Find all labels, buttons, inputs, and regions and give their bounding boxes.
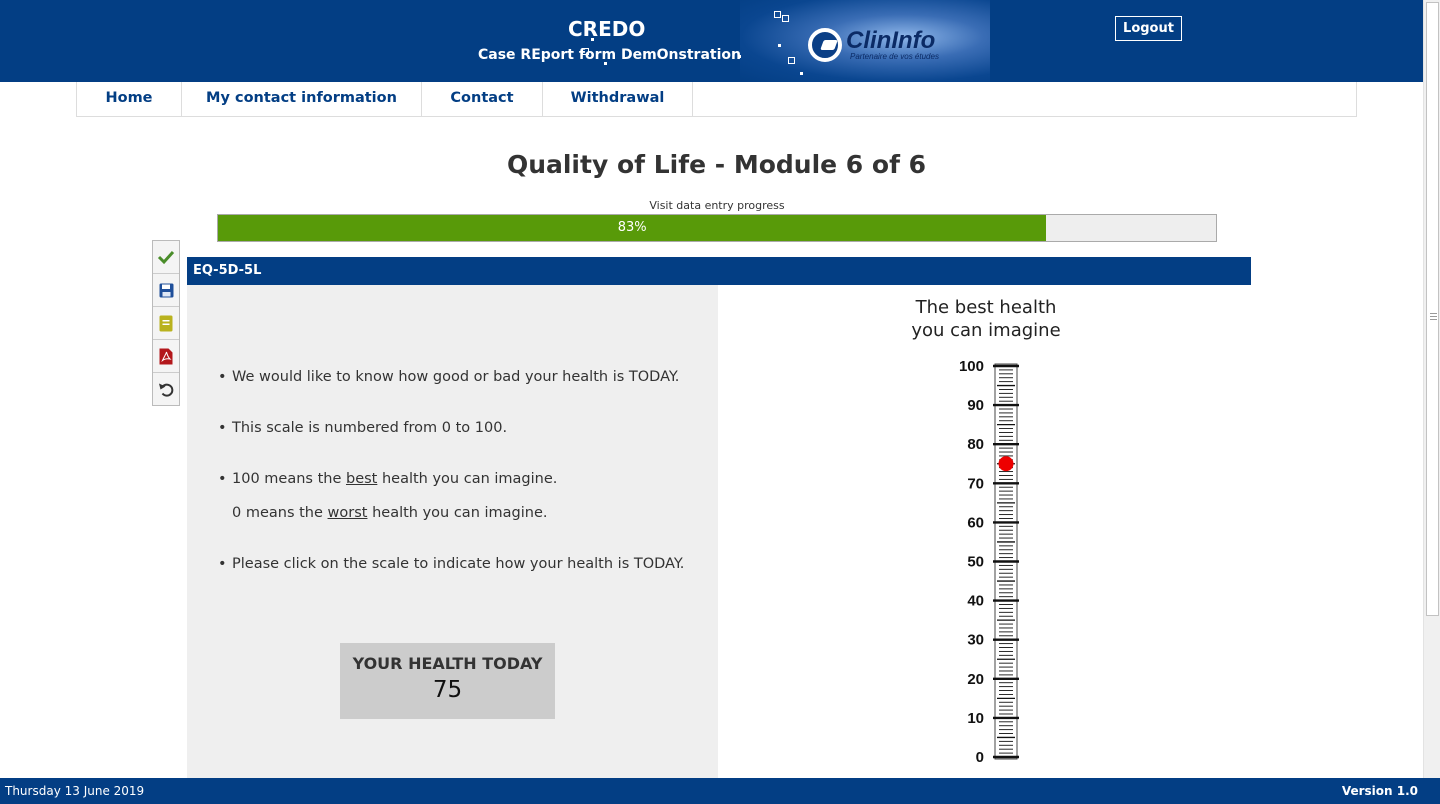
scale-label: 50	[967, 554, 984, 571]
nav-home[interactable]: Home	[77, 82, 182, 116]
header-decoration	[778, 44, 781, 47]
scale-label: 80	[967, 436, 984, 453]
header-decoration	[800, 72, 803, 75]
header-decoration	[782, 15, 789, 22]
health-scale[interactable]: 1009080706050403020100	[940, 355, 1040, 770]
progress-label: Visit data entry progress	[649, 199, 785, 212]
instruction-emphasis: best	[345, 471, 378, 487]
instruction-item: • We would like to know how good or bad y…	[218, 369, 679, 385]
bullet: •	[218, 471, 227, 487]
pdf-icon	[159, 348, 173, 364]
clininfo-logo: ClinInfo Partenaire de vos études	[808, 27, 939, 63]
pdf-export-button[interactable]	[153, 340, 179, 373]
scale-title: The best health you can imagine	[886, 296, 1086, 342]
app-header: CREDO Case REport form DemOnstration Cli…	[0, 0, 1423, 82]
health-today-value: 75	[432, 677, 463, 703]
scale-label: 40	[967, 593, 984, 610]
scale-label: 30	[967, 632, 984, 649]
instruction-text: Please click on the scale to indicate ho…	[232, 556, 685, 572]
progress-bar: 83%	[217, 214, 1217, 242]
scale-label: 10	[967, 710, 984, 727]
save-button[interactable]	[153, 274, 179, 307]
footer-date: Thursday 13 June 2019	[5, 784, 145, 798]
logo-tagline: Partenaire de vos études	[850, 52, 939, 61]
logout-button[interactable]: Logout	[1115, 16, 1182, 41]
health-today-label: YOUR HEALTH TODAY	[352, 654, 543, 673]
bullet: •	[218, 556, 227, 572]
notes-icon	[159, 315, 173, 331]
scale-label: 0	[976, 749, 984, 766]
scale-label: 90	[967, 397, 984, 414]
checkmark-icon	[157, 250, 175, 265]
instruction-emphasis: worst	[327, 505, 368, 521]
notes-button[interactable]	[153, 307, 179, 340]
logo-name: ClinInfo	[846, 27, 936, 54]
bullet: •	[218, 420, 227, 436]
main-nav: Home My contact information Contact With…	[76, 82, 1357, 117]
instruction-text: health you can imagine.	[377, 471, 558, 487]
side-toolbar	[152, 240, 180, 406]
scale-label: 70	[967, 475, 984, 492]
your-health-today-box: YOUR HEALTH TODAY 75	[340, 643, 555, 719]
page-title: Quality of Life - Module 6 of 6	[506, 150, 927, 179]
clininfo-logo-icon	[808, 28, 842, 62]
undo-icon	[158, 383, 173, 397]
nav-withdrawal[interactable]: Withdrawal	[543, 82, 693, 116]
save-icon	[159, 283, 173, 297]
scrollbar-grip-icon	[1430, 313, 1437, 321]
app-subtitle: Case REport form DemOnstration	[478, 47, 741, 63]
scrollbar-thumb[interactable]	[1426, 2, 1439, 616]
header-decoration	[788, 57, 795, 64]
scale-label: 20	[967, 671, 984, 688]
instruction-item: • Please click on the scale to indicate h…	[218, 556, 684, 572]
scale-marker[interactable]	[998, 456, 1014, 472]
section-header: EQ-5D-5L	[187, 257, 1251, 285]
instruction-text: health you can imagine.	[367, 505, 548, 521]
scale-title-line: The best health	[915, 297, 1057, 318]
instruction-text: This scale is numbered from 0 to 100.	[232, 420, 508, 436]
instruction-text: 100 means the	[232, 471, 346, 487]
progress-fill: 83%	[218, 215, 1047, 241]
instruction-item: • This scale is numbered from 0 to 100.	[218, 420, 507, 436]
instruction-text: We would like to know how good or bad yo…	[232, 369, 680, 385]
scale-label: 60	[967, 514, 984, 531]
header-decoration	[774, 11, 781, 18]
app-footer: Thursday 13 June 2019 Version 1.0	[0, 778, 1440, 804]
nav-contact[interactable]: Contact	[422, 82, 543, 116]
scale-label: 100	[959, 358, 984, 375]
bullet: •	[218, 369, 227, 385]
validate-button[interactable]	[153, 241, 179, 274]
instruction-item: 0 means the worst health you can imagine…	[218, 505, 548, 521]
instruction-text: 0 means the	[232, 505, 328, 521]
nav-my-contact-information[interactable]: My contact information	[182, 82, 422, 116]
page-scrollbar[interactable]	[1423, 0, 1440, 778]
footer-version: Version 1.0	[1341, 784, 1418, 798]
app-title: CREDO	[568, 17, 646, 41]
instruction-item: • 100 means the best health you can imagi…	[218, 471, 557, 487]
scale-title-line: you can imagine	[911, 320, 1061, 341]
undo-button[interactable]	[153, 373, 179, 406]
